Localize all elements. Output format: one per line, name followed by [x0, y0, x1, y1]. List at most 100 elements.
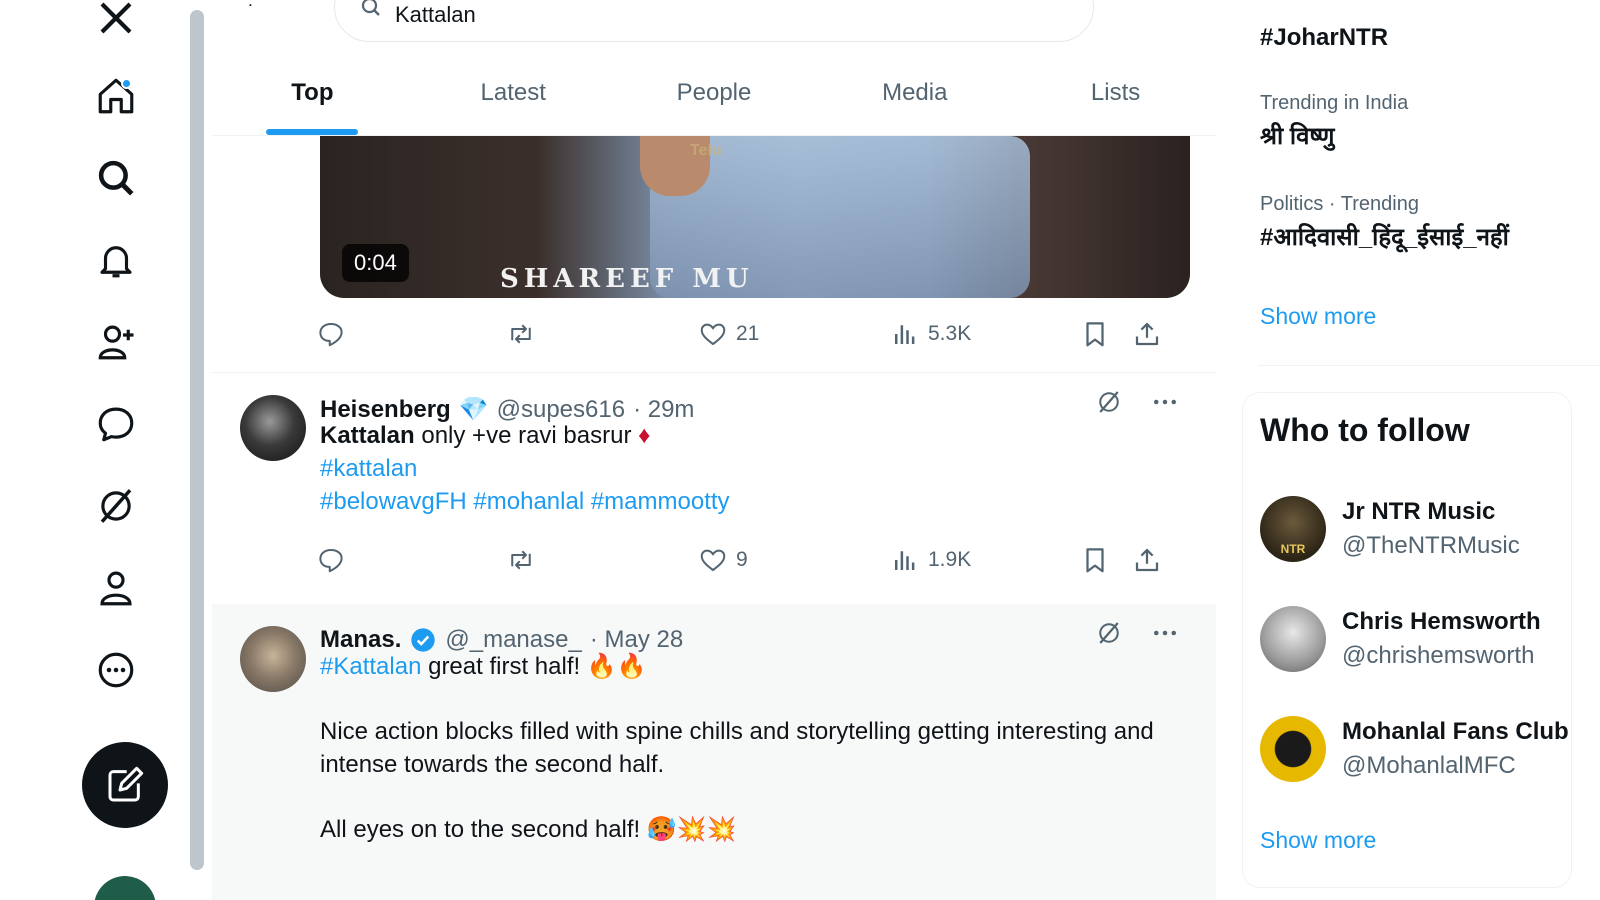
- share-button[interactable]: [1132, 319, 1162, 349]
- bell-icon[interactable]: [92, 236, 140, 284]
- grok-icon[interactable]: [1094, 618, 1124, 648]
- show-more-link[interactable]: Show more: [1260, 303, 1376, 330]
- retweet-icon: [511, 550, 531, 570]
- search-icon[interactable]: [92, 154, 140, 202]
- follow-name: Jr NTR Music: [1342, 498, 1496, 525]
- trend-name: #आदिवासी_हिंदू_ईसाई_नहीं: [1260, 224, 1509, 251]
- avatar[interactable]: [240, 626, 306, 692]
- tab-lists[interactable]: Lists: [1015, 50, 1216, 135]
- scrollbar[interactable]: [190, 10, 204, 870]
- search-tabs: Top Latest People Media Lists: [212, 50, 1216, 136]
- follow-handle: @TheNTRMusic: [1342, 532, 1520, 559]
- bookmark-icon: [1086, 322, 1104, 347]
- mention-text: Kattalan: [320, 422, 415, 449]
- hashtag-link[interactable]: #Kattalan: [320, 653, 421, 680]
- divider: [1258, 365, 1600, 366]
- x-logo-icon[interactable]: [92, 0, 140, 42]
- grok-icon[interactable]: [1094, 387, 1124, 417]
- tweet-text: Kattalan only +ve ravi basrur ♦ #kattala…: [320, 419, 1180, 518]
- bookmark-button[interactable]: [1080, 545, 1110, 575]
- reply-icon: [319, 549, 343, 573]
- compose-button[interactable]: [82, 742, 168, 828]
- tweet-actions: 21 5.3K: [316, 314, 1164, 354]
- like-count: 21: [736, 322, 760, 345]
- tweet[interactable]: Manas. @_manase_ · May 28 #Kattalan grea…: [212, 604, 1216, 900]
- trend-context: Politics · Trending: [1260, 193, 1419, 215]
- avatar: [1260, 606, 1326, 672]
- avatar: [1260, 716, 1326, 782]
- hashtag-link[interactable]: #kattalan: [320, 452, 1180, 485]
- main-timeline: Telu SHAREEF MU 0:04 ˙ Top Latest People…: [212, 0, 1216, 900]
- right-sidebar: #JoharNTR Trending in India श्री विष्णु …: [1238, 0, 1600, 900]
- views-button[interactable]: 5.3K: [890, 319, 971, 349]
- search-bar[interactable]: [334, 0, 1094, 42]
- tab-media[interactable]: Media: [814, 50, 1015, 135]
- retweet-button[interactable]: [506, 545, 536, 575]
- like-icon: [700, 323, 726, 346]
- follow-handle: @chrishemsworth: [1342, 642, 1535, 669]
- views-icon: [895, 551, 915, 570]
- view-count: 5.3K: [928, 322, 972, 345]
- video-watermark: Telu: [690, 142, 722, 159]
- like-button[interactable]: 9: [698, 545, 748, 575]
- home-icon[interactable]: [92, 72, 140, 120]
- view-count: 1.9K: [928, 548, 972, 571]
- follow-suggestion[interactable]: NTR Jr NTR Music @TheNTRMusic: [1260, 496, 1520, 562]
- tweet-actions: 9 1.9K: [316, 540, 1164, 580]
- messages-icon[interactable]: [92, 400, 140, 448]
- like-count: 9: [736, 548, 748, 571]
- diamond-emoji-icon: ♦: [638, 422, 651, 449]
- avatar-logo-text: NTR: [1280, 542, 1306, 556]
- share-button[interactable]: [1132, 545, 1162, 575]
- tweet-paragraph: Nice action blocks filled with spine chi…: [320, 718, 1154, 778]
- tab-people[interactable]: People: [614, 50, 815, 135]
- account-avatar[interactable]: [94, 876, 156, 900]
- retweet-icon: [511, 324, 531, 344]
- follow-handle: @MohanlalMFC: [1342, 752, 1516, 779]
- trend-item[interactable]: Trending in India श्री विष्णु: [1260, 92, 1408, 152]
- follow-name: Mohanlal Fans Club: [1342, 718, 1569, 745]
- trend-name: श्री विष्णु: [1260, 123, 1335, 150]
- profile-icon[interactable]: [92, 564, 140, 612]
- back-arrow-icon[interactable]: ˙: [248, 2, 255, 25]
- left-navigation: [0, 0, 190, 900]
- tweet[interactable]: Heisenberg 💎 @supes616 · 29m Kattalan on…: [212, 373, 1216, 603]
- views-button[interactable]: 1.9K: [890, 545, 971, 575]
- reply-button[interactable]: [316, 319, 346, 349]
- like-icon: [700, 549, 726, 572]
- views-icon: [895, 325, 915, 344]
- tweet-text: #Kattalan great first half! 🔥🔥 Nice acti…: [320, 650, 1180, 846]
- tab-latest[interactable]: Latest: [413, 50, 614, 135]
- search-icon: [361, 0, 380, 16]
- notification-dot: [121, 78, 132, 89]
- reply-icon: [319, 323, 343, 347]
- avatar[interactable]: [240, 395, 306, 461]
- more-options-icon[interactable]: [1150, 618, 1180, 648]
- tweet-line: only +ve ravi basrur: [414, 422, 639, 449]
- follow-suggestion[interactable]: Mohanlal Fans Club @MohanlalMFC: [1260, 716, 1569, 782]
- bookmark-button[interactable]: [1080, 319, 1110, 349]
- trend-item[interactable]: #JoharNTR: [1260, 20, 1388, 52]
- compose-icon: [108, 766, 144, 802]
- tab-top[interactable]: Top: [212, 50, 413, 135]
- video-caption: SHAREEF MU: [500, 264, 754, 294]
- video-player[interactable]: Telu SHAREEF MU 0:04: [320, 136, 1190, 298]
- more-options-icon[interactable]: [1150, 387, 1180, 417]
- tweet-paragraph: All eyes on to the second half! 🥵💥💥: [320, 816, 737, 843]
- hashtag-links[interactable]: #belowavgFH #mohanlal #mammootty: [320, 485, 1180, 518]
- share-icon: [1135, 322, 1159, 346]
- follow-suggestion[interactable]: Chris Hemsworth @chrishemsworth: [1260, 606, 1541, 672]
- who-to-follow-title: Who to follow: [1260, 412, 1470, 448]
- grok-icon[interactable]: [92, 482, 140, 530]
- like-button[interactable]: 21: [698, 319, 759, 349]
- trend-item[interactable]: Politics · Trending #आदिवासी_हिंदू_ईसाई_…: [1260, 193, 1600, 253]
- show-more-link[interactable]: Show more: [1260, 827, 1376, 854]
- tweet-menu: [1094, 618, 1180, 648]
- search-input[interactable]: [395, 0, 995, 28]
- retweet-button[interactable]: [506, 319, 536, 349]
- more-icon[interactable]: [92, 646, 140, 694]
- follow-icon[interactable]: [92, 318, 140, 366]
- reply-button[interactable]: [316, 545, 346, 575]
- tweet-menu: [1094, 387, 1180, 417]
- avatar: NTR: [1260, 496, 1326, 562]
